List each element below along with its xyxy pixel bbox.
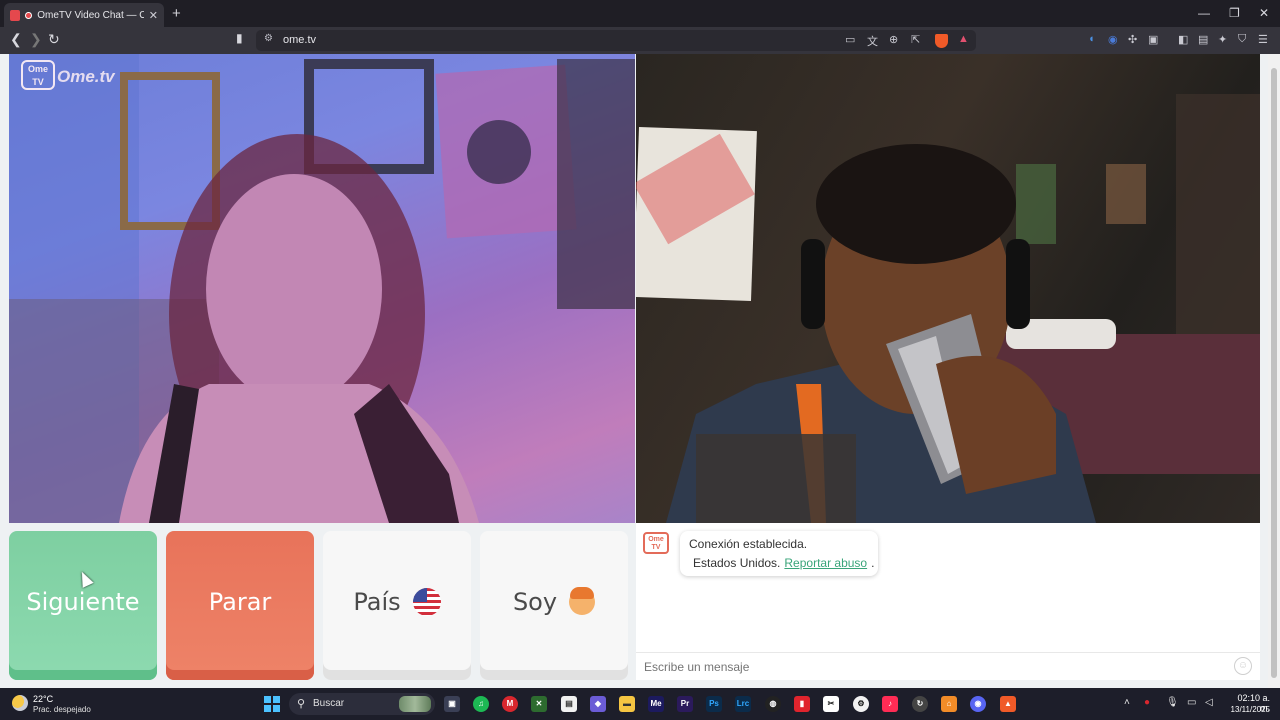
next-button-label: Siguiente [26,587,140,616]
chat-input-divider [636,652,1260,653]
obs-icon[interactable]: ◍ [765,696,781,712]
message-input[interactable] [636,654,1226,680]
stop-button[interactable]: Parar [166,531,314,680]
extension-icon[interactable]: ◉ [1108,33,1118,46]
photoshop-icon[interactable]: Ps [706,696,722,712]
self-camera-video [636,54,1260,523]
country-line: Estados Unidos. Reportar abuso. [689,555,874,570]
discord-icon[interactable]: ◉ [970,696,986,712]
tab-search-icon[interactable]: ▣ [1148,33,1158,46]
extensions-puzzle-icon[interactable]: ✣ [1128,33,1137,46]
xbox-icon[interactable]: ✕ [531,696,547,712]
page-scrollbar[interactable] [1268,54,1280,688]
tray-mega-icon[interactable]: ● [1144,697,1150,708]
reload-icon[interactable]: ↻ [48,31,60,48]
ometv-favicon-icon [10,9,21,21]
translate-icon[interactable]: 文 [867,33,878,49]
spotify-icon[interactable]: ♫ [473,696,489,712]
share-icon[interactable]: ⇱ [911,33,920,46]
microphone-icon[interactable]: 🎙︎ [1166,697,1179,708]
ometv-logo-text: Ome.tv [57,67,115,86]
brave-rewards-icon[interactable]: ▲ [958,33,969,45]
recording-indicator-icon [25,11,33,19]
close-window-button[interactable]: ✕ [1259,6,1269,20]
file-explorer-icon[interactable]: ▬ [619,696,635,712]
scrollbar-thumb[interactable] [1271,68,1277,678]
boy-face-icon [569,586,596,615]
minimize-button[interactable]: — [1198,6,1210,20]
orange-app-icon[interactable]: ⌂ [941,696,957,712]
leo-ai-icon[interactable]: ✦ [1218,33,1227,46]
tab-title: OmeTV Video Chat — Omegl [37,9,144,21]
report-abuse-link[interactable]: Reportar abuso [784,556,867,570]
country-button-label: País [353,587,401,616]
start-menu-icon[interactable] [264,696,280,712]
forward-icon[interactable]: ❯ [30,31,42,48]
sync-app-icon[interactable]: ↻ [912,696,928,712]
network-icon[interactable]: ▭ [1187,697,1196,708]
search-highlight-image [399,696,431,712]
connection-status-text: Conexión establecida. [689,537,808,551]
tray-overflow-icon[interactable]: ˄ [1124,697,1130,708]
cast-icon[interactable]: ▭ [845,33,855,46]
browser-tab[interactable]: OmeTV Video Chat — Omegl ✕ [4,3,164,27]
media-encoder-icon[interactable]: Me [648,696,664,712]
premiere-icon[interactable]: Pr [677,696,693,712]
windows-taskbar: 22°C Prac. despejado ⚲ Buscar ▣ ♫ M ✕ ▤ … [0,688,1280,720]
taskbar-search[interactable]: ⚲ Buscar [289,693,435,715]
stop-button-label: Parar [208,587,272,616]
menu-icon[interactable]: ☰ [1258,33,1268,46]
browser-toolbar: ❮ ❯ ↻ ▮ ⚙ ome.tv ▭ 文 ⊕ ⇱ ▲ ◖ ◉ ✣ ▣ ◧ ▤ ✦… [0,27,1280,54]
self-video-frame [636,94,1260,523]
sidebar-icon[interactable]: ◧ [1178,33,1188,46]
weather-description[interactable]: Prac. despejado [33,705,91,714]
vpn-icon[interactable]: ⛉ [1238,33,1246,46]
zoom-icon[interactable]: ⊕ [889,33,898,46]
task-view-icon[interactable]: ▣ [444,696,460,712]
steam-icon[interactable]: ⚙ [853,696,869,712]
stranger-video: Ome TV Ome.tv [9,54,635,523]
country-name: Estados Unidos. [693,555,781,570]
chat-ometv-logo-icon: Ome TV [643,532,669,554]
search-label: Buscar [313,698,345,709]
search-icon: ⚲ [297,698,306,710]
next-button[interactable]: Siguiente [9,531,157,680]
emoji-picker-icon[interactable]: ☺ [1234,657,1252,675]
tab-close-icon[interactable]: ✕ [149,9,158,22]
report-suffix: . [871,555,875,570]
brave-shields-icon[interactable] [935,34,948,48]
tiktok-icon[interactable]: ♪ [882,696,898,712]
clock-date[interactable]: 13/11/2025 [1222,705,1270,714]
gender-select-button[interactable]: Soy [480,531,628,680]
us-flag-icon [412,587,441,616]
red-app-icon[interactable]: ▮ [794,696,810,712]
mega-icon[interactable]: M [502,696,518,712]
gender-button-label: Soy [512,587,558,616]
wallet-icon[interactable]: ▤ [1198,33,1208,46]
weather-icon[interactable] [12,695,28,711]
bookmark-icon[interactable]: ▮ [236,31,243,45]
stranger-video-frame [9,54,635,523]
ometv-logo-badge: Ome TV [21,60,55,90]
brave-browser-icon[interactable]: ▲ [1000,696,1016,712]
capcut-icon[interactable]: ✂ [823,696,839,712]
system-message-bubble: Conexión establecida. Estados Unidos. Re… [680,531,878,576]
restore-button[interactable]: ❐ [1229,6,1240,20]
weather-temperature[interactable]: 22°C [33,694,53,704]
browser-tab-bar: OmeTV Video Chat — Omegl ✕ + — ❐ ✕ [0,0,1280,27]
audio-playing-icon[interactable]: ◖ [1088,33,1095,45]
new-tab-button[interactable]: + [172,5,181,22]
url-text[interactable]: ome.tv [283,34,316,46]
notepad-icon[interactable]: ▤ [561,696,577,712]
lightroom-icon[interactable]: Lrc [735,696,751,712]
volume-icon[interactable]: ◁ [1205,697,1213,708]
country-filter-button[interactable]: País [323,531,471,680]
game-bar-icon[interactable]: ◆ [590,696,606,712]
site-settings-icon[interactable]: ⚙ [264,33,273,44]
back-icon[interactable]: ❮ [10,31,22,48]
